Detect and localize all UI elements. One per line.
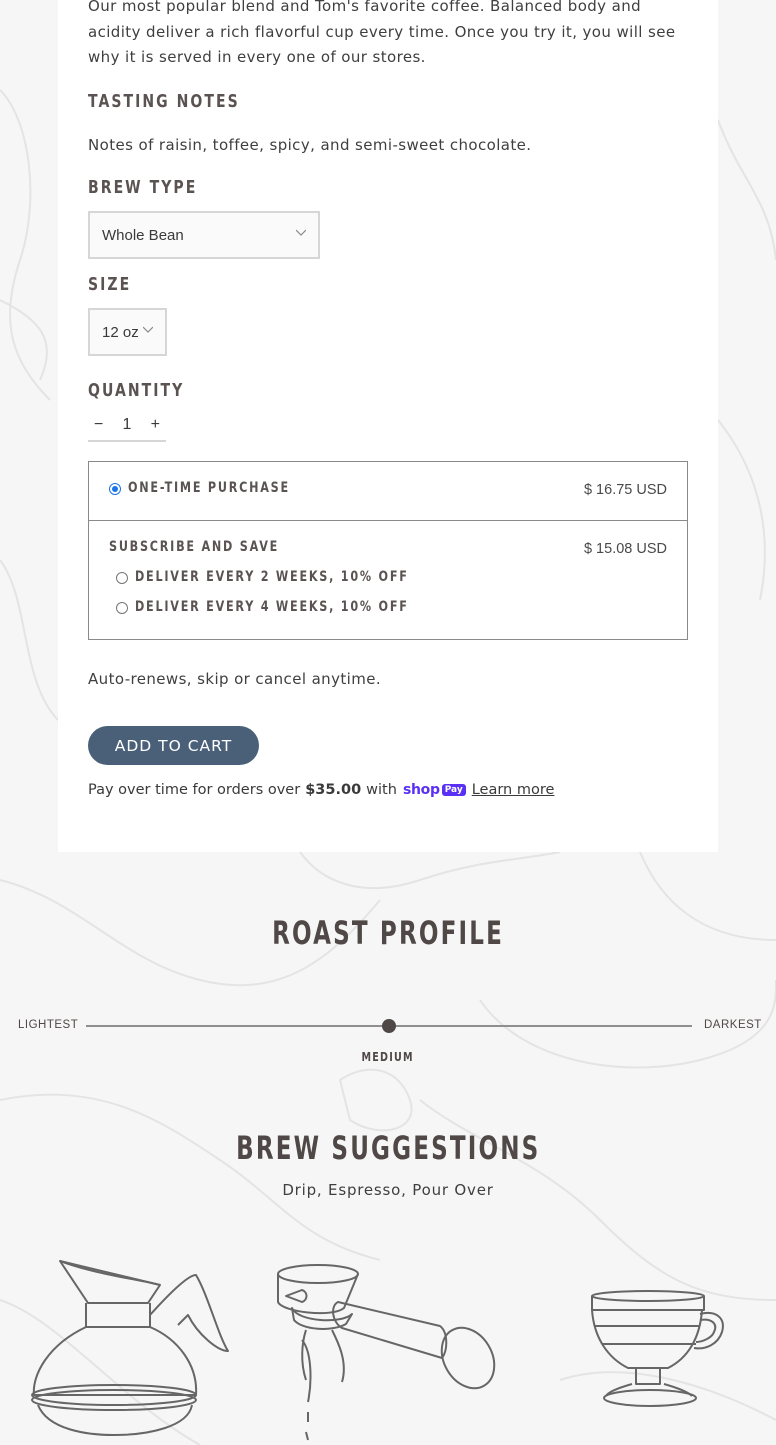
quantity-increase-button[interactable]: + — [151, 416, 160, 434]
brew-suggestions-title-text: BREW SUGGESTIONS — [235, 1129, 541, 1167]
one-time-purchase-option[interactable]: ONE-TIME PURCHASE $ 16.75 USD — [89, 462, 687, 521]
size-value: 12 oz — [102, 323, 139, 341]
brew-type-value: Whole Bean — [102, 226, 184, 244]
espresso-portafilter-icon — [277, 1264, 496, 1441]
chevron-down-icon — [143, 326, 153, 333]
deliver-2-weeks-label[interactable]: DELIVER EVERY 2 WEEKS, 10% OFF — [135, 569, 409, 585]
add-to-cart-button[interactable]: ADD TO CART — [88, 726, 259, 765]
brew-type-select[interactable]: Whole Bean — [88, 211, 320, 259]
product-description: Our most popular blend and Tom's favorit… — [88, 0, 676, 66]
shop-pay-installments: Pay over time for orders over $35.00 wit… — [88, 782, 554, 798]
roast-min-label: LIGHTEST — [18, 1019, 79, 1031]
quantity-stepper: − 1 + — [88, 410, 166, 442]
subscribe-price: $ 15.08 USD — [583, 541, 667, 557]
drip-carafe-icon — [31, 1260, 229, 1436]
roast-max-label: DARKEST — [704, 1019, 762, 1031]
auto-renew-note: Auto-renews, skip or cancel anytime. — [88, 670, 381, 688]
size-heading: SIZE — [88, 274, 132, 295]
roast-level-marker — [382, 1019, 396, 1033]
one-time-price: $ 16.75 USD — [583, 482, 667, 498]
chevron-down-icon — [296, 229, 306, 236]
subscribe-and-save-option: SUBSCRIBE AND SAVE $ 15.08 USD DELIVER E… — [89, 521, 687, 639]
pour-over-dripper-icon — [591, 1290, 724, 1407]
deliver-4-weeks-label[interactable]: DELIVER EVERY 4 WEEKS, 10% OFF — [135, 599, 409, 615]
roast-profile-title: ROAST PROFILE — [0, 914, 776, 952]
quantity-heading: QUANTITY — [88, 380, 185, 401]
tasting-notes-heading: TASTING NOTES — [88, 91, 240, 112]
shop-pay-middle: with — [366, 782, 397, 798]
learn-more-link[interactable]: Learn more — [472, 782, 555, 798]
one-time-purchase-label: ONE-TIME PURCHASE — [128, 480, 290, 496]
purchase-options: ONE-TIME PURCHASE $ 16.75 USD SUBSCRIBE … — [88, 461, 688, 640]
shop-pay-amount: $35.00 — [305, 782, 362, 798]
shop-pay-prefix: Pay over time for orders over — [88, 782, 301, 798]
one-time-purchase-radio[interactable] — [109, 483, 121, 495]
quantity-decrease-button[interactable]: − — [94, 416, 103, 434]
brew-suggestions-title: BREW SUGGESTIONS — [0, 1129, 776, 1167]
deliver-2-weeks-radio[interactable] — [116, 572, 128, 584]
tasting-notes-text: Notes of raisin, toffee, spicy, and semi… — [88, 136, 532, 154]
shop-pay-logo-word: shop — [402, 782, 440, 798]
roast-current-label-text: MEDIUM — [361, 1050, 415, 1064]
brew-methods-text: Drip, Espresso, Pour Over — [282, 1181, 494, 1199]
subscribe-label: SUBSCRIBE AND SAVE — [109, 539, 280, 555]
size-select[interactable]: 12 oz — [88, 308, 167, 356]
shop-pay-logo: shop Pay — [403, 782, 466, 798]
deliver-4-weeks-radio[interactable] — [116, 602, 128, 614]
shop-pay-logo-pay: Pay — [441, 784, 466, 796]
quantity-input[interactable]: 1 — [123, 416, 132, 434]
roast-current-label: MEDIUM — [0, 1050, 776, 1064]
roast-profile-title-text: ROAST PROFILE — [272, 914, 504, 952]
brew-type-heading: BREW TYPE — [88, 177, 198, 198]
